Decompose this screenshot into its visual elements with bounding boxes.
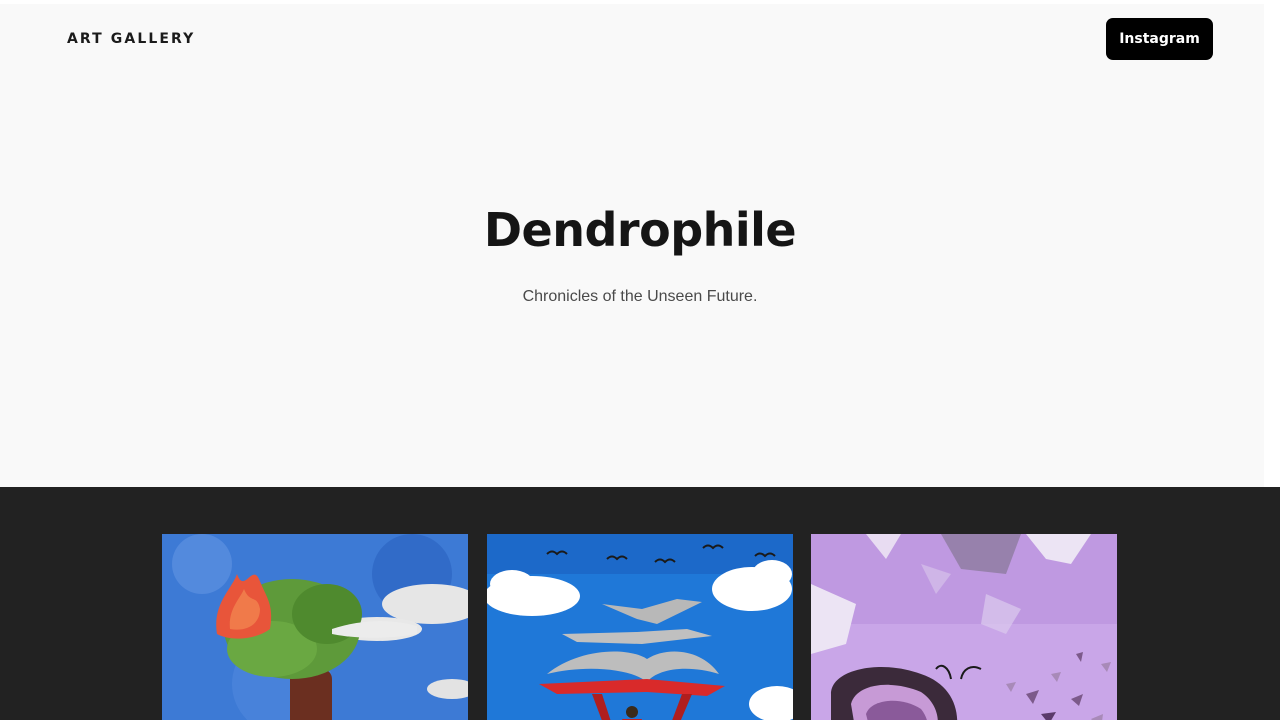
page: ART GALLERY Instagram Dendrophile Chroni…	[0, 0, 1280, 720]
page-title: Dendrophile	[483, 203, 797, 257]
right-gutter	[1264, 0, 1280, 216]
page-subtitle: Chronicles of the Unseen Future.	[522, 288, 758, 305]
artwork-butterfly-image	[811, 534, 1117, 720]
artwork-tree-image	[162, 534, 468, 720]
instagram-button[interactable]: Instagram	[1106, 18, 1213, 60]
gallery-section	[0, 487, 1280, 720]
brand-logo[interactable]: ART GALLERY	[67, 31, 195, 47]
artwork-glider-image	[487, 534, 793, 720]
artwork-tree[interactable]	[162, 534, 468, 720]
artwork-butterfly[interactable]	[811, 534, 1117, 720]
artwork-glider[interactable]	[487, 534, 793, 720]
